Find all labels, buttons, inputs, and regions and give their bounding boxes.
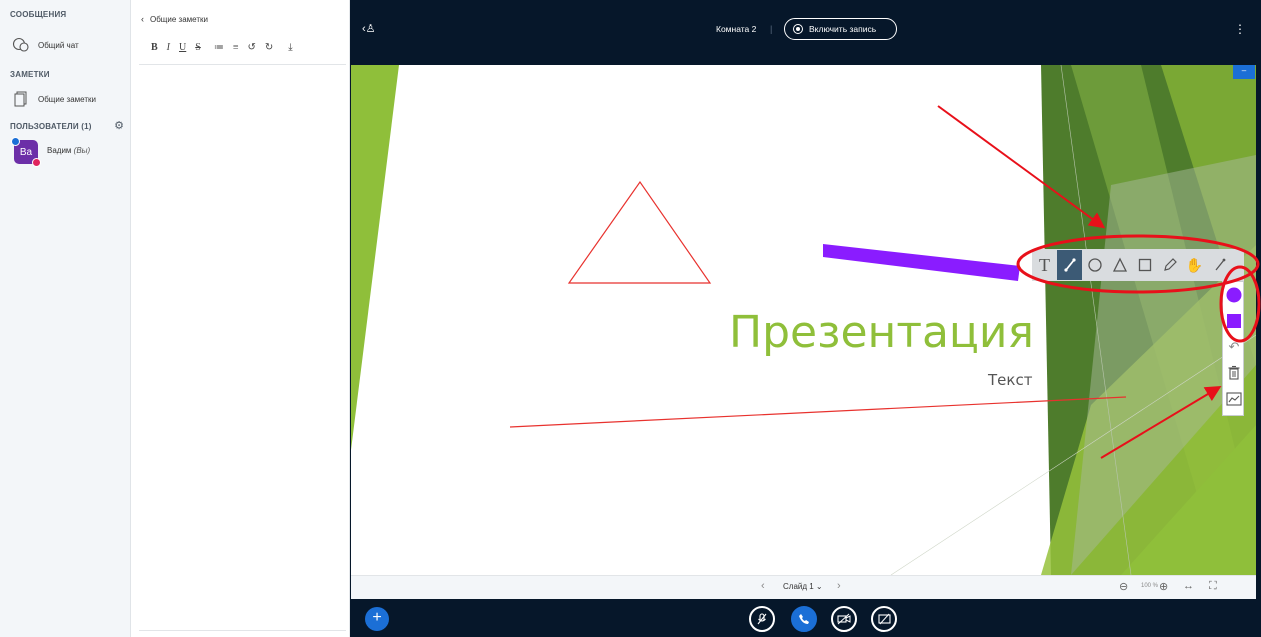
bold-button[interactable]: B [151, 42, 158, 54]
slide-select[interactable]: Слайд 1 ⌄ [783, 582, 823, 591]
slide-select-label: Слайд 1 [783, 582, 814, 591]
redo-button[interactable]: ↻ [265, 42, 273, 54]
user-list-sidebar: СООБЩЕНИЯ Общий чат ЗАМЕТКИ Общие заметк… [0, 0, 131, 637]
messages-section-title: СООБЩЕНИЯ [10, 10, 67, 19]
avatar-initials: Ва [19, 146, 33, 158]
video-camera-button[interactable] [831, 606, 857, 632]
record-button[interactable]: Включить запись [784, 18, 897, 40]
actions-plus-button[interactable]: + [365, 607, 389, 631]
thickness-icon[interactable] [1223, 284, 1245, 306]
pencil-tool-icon[interactable] [1157, 250, 1182, 280]
mute-mic-button[interactable] [749, 606, 775, 632]
nav-bar: ‹♙ Комната 2 | Включить запись ⋮ [350, 10, 1255, 65]
slide-canvas[interactable]: – Презентация Текст T ✋ ↶ [351, 65, 1256, 575]
italic-button[interactable]: I [167, 42, 170, 54]
export-button[interactable]: ⤓ [288, 42, 292, 54]
notes-title: Общие заметки [150, 14, 208, 24]
public-chat-label: Общий чат [38, 40, 79, 50]
fit-width-icon[interactable]: ↔ [1183, 580, 1194, 592]
pan-hand-icon[interactable]: ✋ [1182, 250, 1207, 280]
title-separator: | [770, 24, 773, 34]
undo-button[interactable]: ↺ [247, 42, 255, 54]
chevron-left-icon: ‹ [141, 14, 144, 24]
gear-icon[interactable]: ⚙ [113, 120, 125, 132]
drawn-line [509, 396, 1127, 428]
line-tool-toggle-icon[interactable] [1207, 250, 1232, 280]
shared-notes-item[interactable]: Общие заметки [10, 88, 96, 110]
user-name-text: Вадим [47, 146, 72, 155]
fullscreen-icon[interactable]: ⛶ [1209, 580, 1217, 593]
record-label: Включить запись [809, 24, 877, 34]
public-chat-item[interactable]: Общий чат [10, 34, 79, 56]
underline-button[interactable]: U [179, 42, 186, 54]
multi-user-whiteboard-icon[interactable] [1223, 388, 1245, 410]
notes-toolbar: B I U S ≔ ≡ ↺ ↻ ⤓ [151, 40, 302, 56]
screenshare-button[interactable] [871, 606, 897, 632]
bullet-list-button[interactable]: ≡ [233, 42, 239, 54]
chat-icon [10, 36, 32, 54]
triangle-tool-icon[interactable] [1107, 250, 1132, 280]
annotation-tool-bar: T ✋ [1032, 249, 1244, 281]
zoom-out-icon[interactable]: ⊖ [1119, 580, 1128, 593]
notes-bottom-divider [139, 630, 346, 631]
strike-button[interactable]: S [195, 42, 201, 54]
drawn-triangle [567, 180, 712, 284]
color-picker-icon[interactable] [1223, 310, 1245, 332]
prev-slide-button[interactable]: ‹ [761, 580, 765, 592]
undo-annotation-icon[interactable]: ↶ [1223, 336, 1245, 358]
toggle-user-list-icon[interactable]: ‹♙ [362, 22, 376, 35]
action-bar: + [350, 599, 1261, 637]
slide-controls: ‹ Слайд 1 ⌄ › ⊖ 100 % ⊕ ↔ ⛶ [351, 575, 1256, 599]
slide-title: Презентация [729, 307, 1034, 358]
text-tool-icon[interactable]: T [1032, 250, 1057, 280]
presenter-badge-icon [11, 137, 20, 146]
user-list-item[interactable]: Ва Вадим (Вы) [11, 137, 90, 168]
next-slide-button[interactable]: › [837, 580, 841, 592]
record-icon [793, 24, 803, 34]
annotation-side-tools: ↶ [1222, 281, 1244, 416]
slide-subtitle: Текст [988, 371, 1033, 389]
app-window: СООБЩЕНИЯ Общий чат ЗАМЕТКИ Общие заметк… [0, 0, 1261, 637]
line-tool-icon[interactable] [1057, 250, 1082, 280]
zoom-level: 100 % [1141, 583, 1159, 589]
toolbar-divider [139, 64, 346, 65]
shared-notes-panel: ‹ Общие заметки B I U S ≔ ≡ ↺ ↻ ⤓ [131, 0, 350, 637]
shared-notes-label: Общие заметки [38, 94, 96, 104]
zoom-in-icon[interactable]: ⊕ [1159, 580, 1168, 593]
minimize-presentation-button[interactable]: – [1233, 65, 1255, 79]
ordered-list-button[interactable]: ≔ [214, 42, 224, 54]
trash-icon[interactable] [1223, 362, 1245, 384]
user-you-label: (Вы) [73, 146, 91, 155]
rectangle-tool-icon[interactable] [1132, 250, 1157, 280]
notes-back-button[interactable]: ‹ Общие заметки [141, 14, 208, 24]
users-section-title: ПОЛЬЗОВАТЕЛИ (1) [10, 122, 92, 131]
ellipse-tool-icon[interactable] [1082, 250, 1107, 280]
user-name: Вадим (Вы) [47, 146, 90, 155]
presentation-area: ‹♙ Комната 2 | Включить запись ⋮ – Презе… [350, 0, 1261, 637]
moderator-badge-icon [32, 158, 41, 167]
phone-audio-button[interactable] [791, 606, 817, 632]
options-menu-icon[interactable]: ⋮ [1234, 22, 1246, 36]
meeting-title: Комната 2 [716, 24, 757, 34]
avatar: Ва [11, 137, 41, 167]
notes-icon [10, 90, 32, 108]
drawn-thick-line [823, 244, 1020, 281]
notes-section-title: ЗАМЕТКИ [10, 70, 50, 79]
